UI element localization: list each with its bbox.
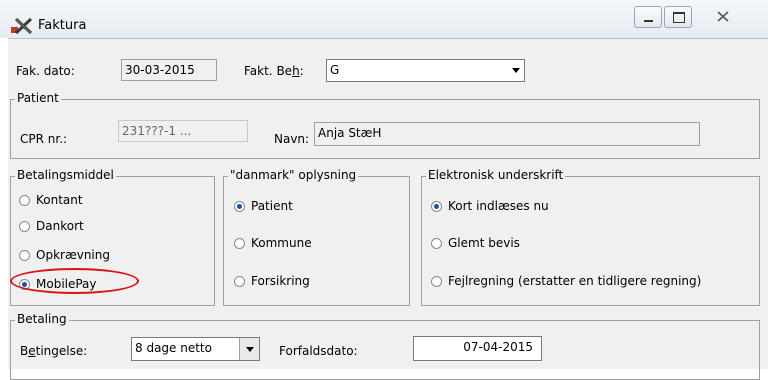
- radio-glemt-bevis[interactable]: Glemt bevis: [431, 236, 520, 250]
- betaling-group: Betaling: [10, 312, 760, 380]
- fakt-beh-value: G: [330, 63, 340, 77]
- patient-legend: Patient: [15, 91, 61, 105]
- fakt-beh-dropdown[interactable]: G: [326, 59, 525, 82]
- radio-icon: [19, 194, 30, 206]
- radio-icon: [19, 249, 30, 261]
- form-area: Fak. dato: 30-03-2015 Fakt. Beh: G Patie…: [8, 38, 768, 380]
- radio-forsikring[interactable]: Forsikring: [234, 274, 310, 288]
- title-bar: Faktura: [0, 0, 768, 38]
- cpr-field[interactable]: 231???-1 ...: [118, 120, 248, 142]
- radio-icon: [431, 237, 442, 249]
- betalingsmiddel-legend: Betalingsmiddel: [15, 168, 116, 182]
- cpr-label: CPR nr.:: [20, 132, 68, 146]
- minimize-button[interactable]: [634, 6, 662, 28]
- fakt-beh-label: Fakt. Beh:: [244, 64, 304, 78]
- radio-selected-icon: [431, 200, 442, 212]
- betingelse-label: Betingelse:: [20, 344, 88, 358]
- mobilepay-highlight-ellipse: [10, 268, 139, 294]
- radio-selected-icon: [234, 200, 245, 212]
- radio-fejlregning[interactable]: Fejlregning (erstatter en tidligere regn…: [431, 274, 701, 288]
- radio-icon: [234, 237, 245, 249]
- danmark-legend: "danmark" oplysning: [228, 168, 359, 182]
- underskrift-legend: Elektronisk underskrift: [426, 168, 566, 182]
- fak-dato-field[interactable]: 30-03-2015: [121, 59, 217, 81]
- maximize-button[interactable]: [664, 6, 692, 28]
- fak-dato-label: Fak. dato:: [16, 64, 75, 78]
- radio-icon: [431, 275, 442, 287]
- radio-dankort[interactable]: Dankort: [19, 219, 84, 233]
- betaling-legend: Betaling: [15, 312, 69, 326]
- close-button[interactable]: [694, 6, 754, 28]
- navn-field[interactable]: Anja StæH: [314, 122, 700, 146]
- maximize-icon: [673, 12, 685, 23]
- betingelse-value: 8 dage netto: [135, 341, 212, 355]
- radio-kort-indlaeses[interactable]: Kort indlæses nu: [431, 199, 549, 213]
- forfaldsdato-field[interactable]: 07-04-2015: [413, 336, 542, 361]
- forfaldsdato-label: Forfaldsdato:: [279, 344, 358, 358]
- radio-patient[interactable]: Patient: [234, 199, 293, 213]
- radio-icon: [19, 220, 30, 232]
- radio-opkraevning[interactable]: Opkrævning: [19, 248, 110, 262]
- faktura-x-icon: [11, 17, 33, 35]
- close-icon: [717, 11, 729, 22]
- radio-kommune[interactable]: Kommune: [234, 236, 312, 250]
- betingelse-dropdown[interactable]: 8 dage netto: [131, 337, 260, 361]
- navn-label: Navn:: [274, 132, 310, 146]
- chevron-down-icon: [512, 68, 520, 73]
- dropdown-button[interactable]: [239, 338, 259, 360]
- chevron-down-icon: [246, 347, 254, 352]
- radio-icon: [234, 275, 245, 287]
- minimize-icon: [644, 20, 653, 22]
- window-title: Faktura: [38, 18, 87, 33]
- radio-kontant[interactable]: Kontant: [19, 193, 83, 207]
